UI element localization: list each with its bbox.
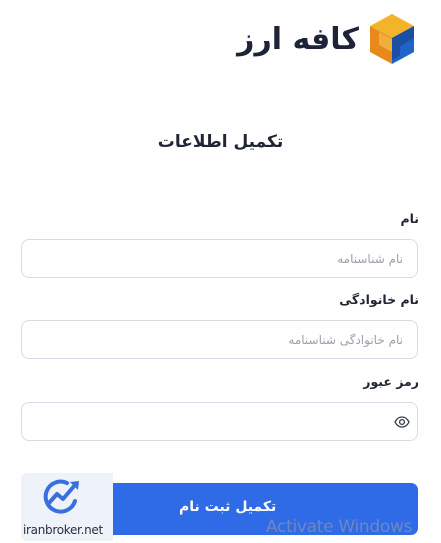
- eye-icon[interactable]: [394, 414, 410, 430]
- last-name-label: نام خانوادگی: [339, 292, 419, 307]
- iranbroker-watermark: iranbroker.net: [21, 473, 113, 541]
- password-field[interactable]: [21, 402, 418, 441]
- first-name-field[interactable]: [21, 239, 418, 278]
- activate-windows-notice: Activate Windows: [266, 517, 413, 537]
- iranbroker-logo-icon: [43, 479, 79, 514]
- last-name-field[interactable]: [21, 320, 418, 359]
- brand-mark-icon: [370, 14, 414, 64]
- brand-logo: کافه ارز: [237, 12, 417, 68]
- page-title: تکمیل اطلاعات: [157, 132, 284, 152]
- first-name-label: نام: [400, 211, 419, 226]
- brand-name: کافه ارز: [237, 22, 360, 57]
- iranbroker-text: iranbroker.net: [23, 523, 103, 537]
- password-label: رمز عبور: [363, 374, 419, 389]
- submit-label: تکمیل ثبت نام: [179, 499, 277, 515]
